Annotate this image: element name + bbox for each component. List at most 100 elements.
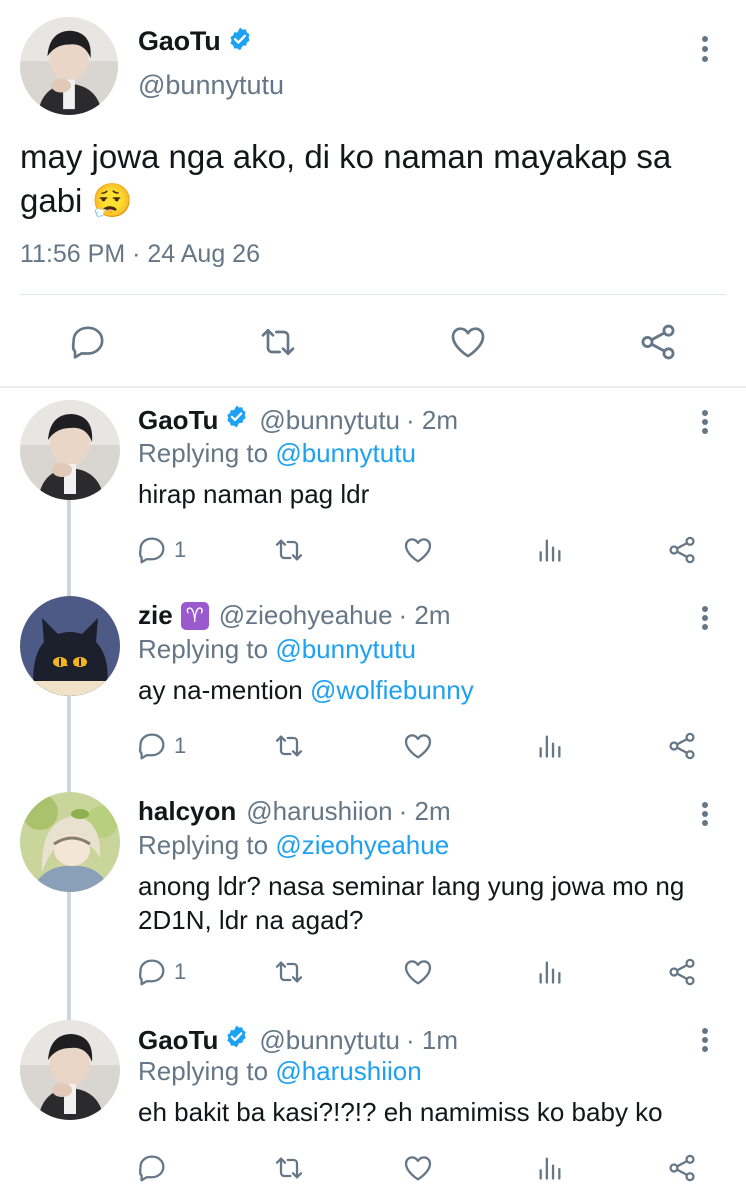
reply-actions: 1 bbox=[0, 532, 746, 568]
reply-button[interactable]: 1 bbox=[136, 532, 186, 568]
author-handle[interactable]: @bunnytutu bbox=[138, 70, 284, 101]
reply-header: GaoTu @bunnytutu · 1m bbox=[138, 1024, 458, 1056]
author-name[interactable]: GaoTu bbox=[138, 26, 221, 57]
author-name[interactable]: zie bbox=[138, 600, 173, 631]
avatar[interactable] bbox=[20, 792, 120, 892]
replying-to: Replying to @bunnytutu bbox=[138, 634, 416, 665]
more-options-icon[interactable] bbox=[700, 802, 710, 826]
more-options-icon[interactable] bbox=[700, 1028, 710, 1052]
replying-to: Replying to @zieohyeahue bbox=[138, 830, 449, 861]
reply-icon bbox=[138, 733, 165, 760]
reply-count: 1 bbox=[174, 959, 187, 984]
replying-to-link[interactable]: @bunnytutu bbox=[275, 634, 416, 664]
reply-header: zie ♈ @zieohyeahue · 2m bbox=[138, 600, 451, 631]
reply-text-body: eh bakit ba kasi?!?!? eh namimiss ko bab… bbox=[138, 1097, 663, 1127]
like-icon[interactable] bbox=[402, 532, 434, 568]
avatar-cat-illustration bbox=[20, 596, 120, 696]
aries-emoji: ♈ bbox=[180, 601, 209, 630]
reply-tweet[interactable]: halcyon @harushiion · 2m Replying to @zi… bbox=[0, 780, 746, 1010]
reply-text-body: hirap naman pag ldr bbox=[138, 479, 370, 509]
more-options-icon[interactable] bbox=[700, 36, 710, 62]
replying-to-link[interactable]: @harushiion bbox=[275, 1056, 421, 1086]
retweet-icon[interactable] bbox=[272, 1150, 306, 1186]
reply-icon bbox=[138, 1155, 165, 1182]
author-name[interactable]: GaoTu bbox=[138, 405, 218, 436]
reply-text-body: ay na-mention bbox=[138, 675, 303, 705]
like-icon[interactable] bbox=[402, 954, 434, 990]
retweet-icon[interactable] bbox=[254, 318, 302, 366]
main-tweet: GaoTu @bunnytutu may jowa nga ako, di ko… bbox=[0, 0, 746, 388]
more-options-icon[interactable] bbox=[700, 606, 710, 630]
like-icon[interactable] bbox=[402, 1150, 434, 1186]
reply-icon bbox=[138, 537, 165, 564]
share-icon[interactable] bbox=[666, 1150, 698, 1186]
avatar[interactable] bbox=[20, 596, 120, 696]
avatar-photo bbox=[20, 400, 120, 500]
reply-tweet[interactable]: GaoTu @bunnytutu · 2m Replying to @bunny… bbox=[0, 388, 746, 584]
author-handle[interactable]: @harushiion bbox=[246, 796, 392, 827]
analytics-icon[interactable] bbox=[536, 954, 564, 990]
verified-badge-icon bbox=[224, 1024, 249, 1056]
replying-label: Replying to bbox=[138, 634, 269, 664]
share-icon[interactable] bbox=[666, 532, 698, 568]
mention-link[interactable]: @wolfiebunny bbox=[310, 675, 474, 705]
analytics-icon[interactable] bbox=[536, 1150, 564, 1186]
author-name[interactable]: GaoTu bbox=[138, 1025, 218, 1056]
reply-icon bbox=[138, 959, 165, 986]
reply-time[interactable]: · 2m bbox=[406, 405, 458, 436]
reply-actions: 1 bbox=[0, 728, 746, 764]
reply-header: GaoTu @bunnytutu · 2m bbox=[138, 404, 458, 436]
avatar-photo bbox=[20, 1020, 120, 1120]
author-handle[interactable]: @bunnytutu bbox=[259, 1025, 400, 1056]
author-handle[interactable]: @zieohyeahue bbox=[219, 600, 393, 631]
replying-to: Replying to @bunnytutu bbox=[138, 438, 416, 469]
reply-tweet[interactable]: zie ♈ @zieohyeahue · 2m Replying to @bun… bbox=[0, 584, 746, 780]
reply-actions bbox=[0, 1150, 746, 1186]
retweet-icon[interactable] bbox=[272, 954, 306, 990]
analytics-icon[interactable] bbox=[536, 532, 564, 568]
more-options-icon[interactable] bbox=[700, 410, 710, 434]
reply-text-body: anong ldr? nasa seminar lang yung jowa m… bbox=[138, 871, 685, 935]
avatar[interactable] bbox=[20, 400, 120, 500]
divider bbox=[20, 294, 726, 295]
reply-text: ay na-mention @wolfiebunny bbox=[138, 673, 728, 707]
verified-badge-icon bbox=[227, 26, 253, 57]
avatar[interactable] bbox=[20, 17, 118, 115]
tweet-text: may jowa nga ako, di ko naman mayakap sa… bbox=[20, 138, 672, 219]
retweet-icon[interactable] bbox=[272, 728, 306, 764]
reply-time[interactable]: · 2m bbox=[399, 796, 451, 827]
reply-actions: 1 bbox=[0, 954, 746, 990]
reply-count: 1 bbox=[174, 537, 187, 562]
reply-icon[interactable] bbox=[64, 318, 112, 366]
share-icon[interactable] bbox=[634, 318, 682, 366]
replying-to: Replying to @harushiion bbox=[138, 1056, 422, 1087]
verified-badge-icon bbox=[224, 404, 249, 436]
replying-label: Replying to bbox=[138, 438, 269, 468]
share-icon[interactable] bbox=[666, 954, 698, 990]
replying-label: Replying to bbox=[138, 830, 269, 860]
retweet-icon[interactable] bbox=[272, 532, 306, 568]
share-icon[interactable] bbox=[666, 728, 698, 764]
replying-to-link[interactable]: @zieohyeahue bbox=[275, 830, 449, 860]
replying-to-link[interactable]: @bunnytutu bbox=[275, 438, 416, 468]
reply-button[interactable]: 1 bbox=[136, 728, 186, 764]
author-name[interactable]: halcyon bbox=[138, 796, 236, 827]
reply-text: hirap naman pag ldr bbox=[138, 477, 728, 511]
like-icon[interactable] bbox=[402, 728, 434, 764]
tweet-actions bbox=[0, 318, 746, 368]
reply-text: eh bakit ba kasi?!?!? eh namimiss ko bab… bbox=[138, 1095, 728, 1129]
analytics-icon[interactable] bbox=[536, 728, 564, 764]
tweet-timestamp[interactable]: 11:56 PM · 24 Aug 26 bbox=[20, 240, 260, 269]
reply-time[interactable]: · 2m bbox=[399, 600, 451, 631]
reply-time[interactable]: · 1m bbox=[406, 1025, 458, 1056]
reply-header: halcyon @harushiion · 2m bbox=[138, 796, 451, 827]
reply-tweet[interactable]: GaoTu @bunnytutu · 1m Replying to @harus… bbox=[0, 1010, 746, 1200]
like-icon[interactable] bbox=[444, 318, 492, 366]
author-row: GaoTu bbox=[138, 26, 253, 57]
avatar-photo bbox=[20, 17, 118, 115]
avatar[interactable] bbox=[20, 1020, 120, 1120]
reply-button[interactable]: 1 bbox=[136, 954, 186, 990]
reply-button[interactable] bbox=[136, 1150, 168, 1186]
replying-label: Replying to bbox=[138, 1056, 269, 1086]
author-handle[interactable]: @bunnytutu bbox=[259, 405, 400, 436]
